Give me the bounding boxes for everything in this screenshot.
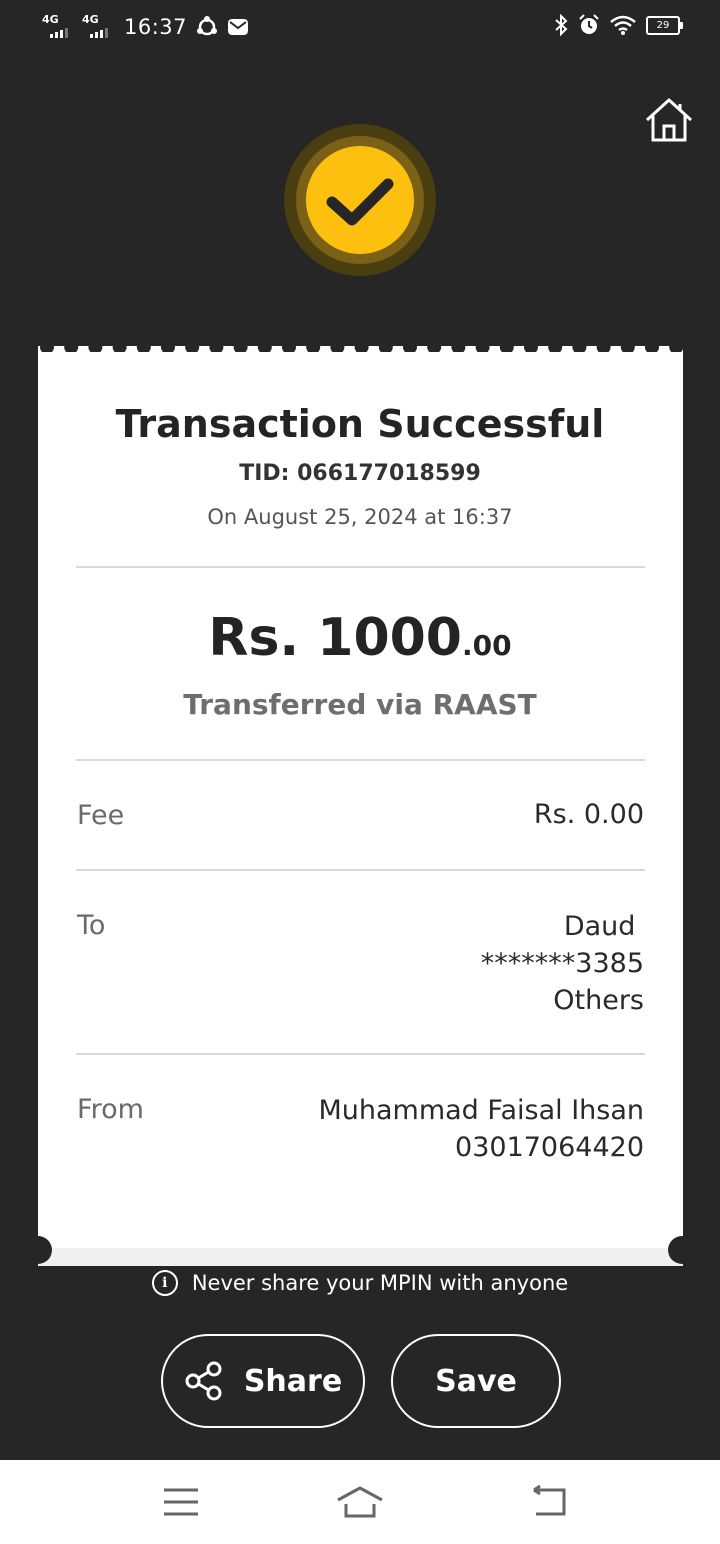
system-nav-bar bbox=[0, 1460, 720, 1544]
share-button[interactable]: Share bbox=[161, 1334, 365, 1428]
menu-icon[interactable] bbox=[162, 1482, 200, 1522]
security-notice: i Never share your MPIN with anyone bbox=[0, 1270, 720, 1296]
fee-label: Fee bbox=[77, 800, 125, 831]
sender-details: Muhammad Faisal Ihsan 03017064420 bbox=[318, 1092, 644, 1166]
receipt-footer-strip bbox=[38, 1248, 683, 1266]
security-notice-text: Never share your MPIN with anyone bbox=[191, 1271, 569, 1295]
receipt-title: Transaction Successful bbox=[115, 402, 605, 446]
signal-icon: 4G bbox=[82, 14, 114, 40]
transfer-amount: Rs. 1000.00 bbox=[0, 608, 720, 668]
mail-icon bbox=[228, 19, 249, 35]
receipt-notch-left bbox=[24, 1236, 52, 1264]
from-label: From bbox=[77, 1094, 144, 1125]
info-icon: i bbox=[151, 1270, 178, 1296]
checkmark-icon bbox=[326, 178, 394, 226]
sender-name: Muhammad Faisal Ihsan bbox=[318, 1095, 644, 1126]
divider bbox=[76, 1053, 645, 1055]
save-button[interactable]: Save bbox=[391, 1334, 561, 1428]
recipient-details: Daud *******3385 Others bbox=[481, 908, 644, 1019]
bluetooth-icon bbox=[555, 14, 568, 36]
home-nav-icon[interactable] bbox=[336, 1482, 384, 1522]
transaction-date: On August 25, 2024 at 16:37 bbox=[207, 505, 513, 529]
signal-icon: 4G bbox=[42, 14, 74, 40]
home-icon bbox=[645, 98, 693, 142]
battery-level: 29 bbox=[656, 19, 670, 31]
recipient-name: Daud bbox=[563, 911, 644, 942]
to-label: To bbox=[77, 910, 106, 941]
battery-icon: 29 bbox=[646, 15, 683, 35]
divider bbox=[76, 759, 645, 761]
network-type-label: 4G bbox=[42, 13, 59, 26]
divider bbox=[76, 869, 645, 871]
alarm-icon bbox=[579, 14, 599, 34]
share-icon bbox=[185, 1361, 222, 1401]
back-icon[interactable] bbox=[528, 1482, 568, 1522]
transfer-method: Transferred via RAAST bbox=[183, 688, 537, 721]
divider bbox=[76, 566, 645, 568]
sender-account: 03017064420 bbox=[455, 1132, 644, 1163]
status-time: 16:37 bbox=[124, 15, 188, 39]
transaction-id: TID: 066177018599 bbox=[239, 461, 481, 486]
amount-main: Rs. 1000 bbox=[208, 608, 462, 668]
sync-icon bbox=[197, 16, 218, 36]
home-button[interactable] bbox=[642, 94, 696, 148]
save-button-label: Save bbox=[435, 1363, 517, 1399]
recipient-account: *******3385 bbox=[480, 948, 644, 979]
wifi-icon bbox=[610, 15, 636, 35]
network-type-label: 4G bbox=[82, 13, 99, 26]
receipt-notch-right bbox=[668, 1236, 696, 1264]
status-bar: 4G 4G 16:37 29 bbox=[0, 0, 720, 56]
amount-decimal: .00 bbox=[461, 629, 512, 662]
recipient-bank: Others bbox=[553, 985, 644, 1016]
share-button-label: Share bbox=[243, 1363, 343, 1399]
fee-value: Rs. 0.00 bbox=[533, 799, 644, 830]
success-badge bbox=[306, 146, 414, 254]
